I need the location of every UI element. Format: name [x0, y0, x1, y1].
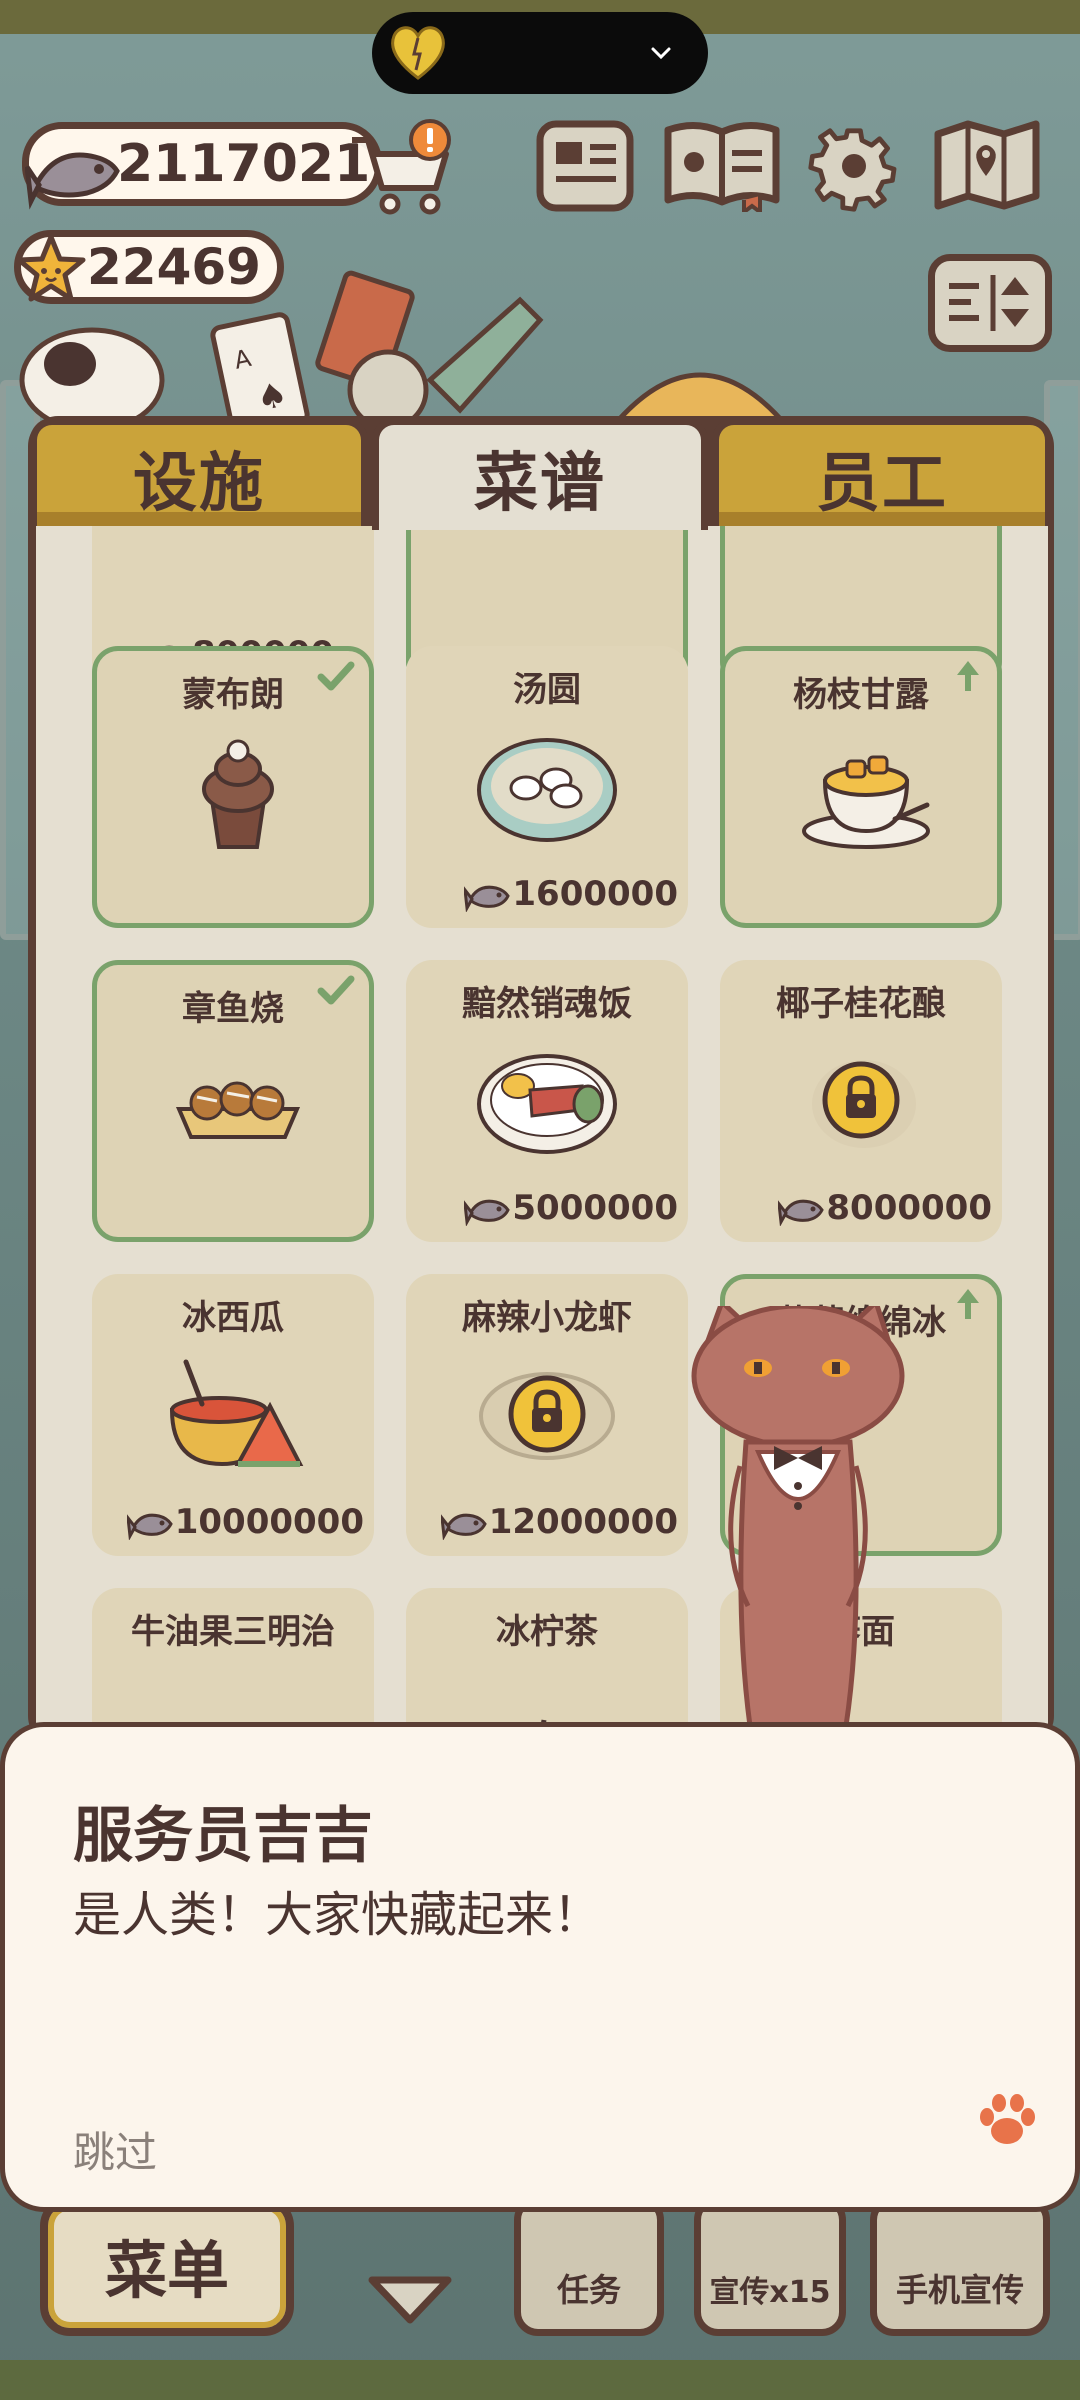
recipe-card-mont-blanc[interactable]: 蒙布朗	[92, 646, 374, 928]
star-currency-counter: 22469	[14, 230, 284, 304]
skip-button[interactable]: 跳过	[73, 2119, 157, 2180]
recipe-price: 5000000	[464, 1188, 678, 1228]
recipe-name: 汤圆	[513, 670, 581, 710]
recipe-name: 麻辣小龙虾	[462, 1298, 632, 1338]
recipe-book-button[interactable]	[660, 116, 784, 212]
sort-toggle-button[interactable]	[928, 254, 1052, 352]
promotion-button[interactable]: 宣传x15	[694, 2196, 846, 2336]
watermelon-icon	[169, 1359, 304, 1467]
char-siu-rice-icon	[477, 1054, 617, 1154]
upgrade-arrow-icon	[957, 661, 979, 691]
scene-bottom-strip	[0, 2360, 1080, 2400]
gear-icon[interactable]	[804, 118, 904, 214]
recipe-card-coconut-osmanthus[interactable]: 椰子桂花酿 8000000	[720, 960, 1002, 1242]
takoyaki-icon	[175, 1081, 301, 1139]
fish-icon	[464, 885, 511, 912]
recipe-name: 冰西瓜	[182, 1298, 284, 1338]
chevron-down-icon[interactable]	[364, 2270, 456, 2330]
recipe-name: 椰子桂花酿	[776, 984, 946, 1024]
mont-blanc-cake-icon	[202, 739, 274, 849]
price-value: 12000000	[488, 1502, 678, 1542]
recipe-card-avocado-sandwich[interactable]: 牛油果三明治	[92, 1588, 374, 1740]
recipe-price: 10000000	[126, 1502, 364, 1542]
fish-icon	[126, 1513, 173, 1540]
recipe-card-iced-watermelon[interactable]: 冰西瓜 10000000	[92, 1274, 374, 1556]
golden-heart-icon	[391, 26, 445, 80]
tab-facilities[interactable]: 设施	[30, 418, 368, 530]
paw-icon[interactable]	[975, 2089, 1037, 2151]
fish-icon	[464, 1199, 511, 1226]
phone-promotion-button[interactable]: 手机宣传	[870, 2196, 1050, 2336]
recipe-price: 1600000	[464, 874, 678, 914]
menu-button[interactable]: 菜单	[40, 2196, 294, 2336]
fish-count: 2117021	[117, 134, 371, 194]
check-icon	[317, 975, 355, 1005]
recipe-card-takoyaki[interactable]: 章鱼烧	[92, 960, 374, 1242]
map-button[interactable]	[932, 116, 1042, 212]
recipe-name: 冰柠茶	[496, 1612, 598, 1652]
tangyuan-bowl-icon	[477, 738, 617, 842]
recipe-card-spicy-crayfish[interactable]: 麻辣小龙虾 12000000	[406, 1274, 688, 1556]
recipe-name: 黯然销魂饭	[462, 984, 632, 1024]
tab-recipes[interactable]: 菜谱	[372, 418, 708, 530]
recipe-card-sorrowful-rice[interactable]: 黯然销魂饭 5000000	[406, 960, 688, 1242]
fish-icon	[25, 152, 120, 210]
waiter-cat-jiji	[691, 1306, 905, 1726]
lock-icon	[479, 1372, 615, 1460]
recipe-name: 牛油果三明治	[131, 1612, 335, 1652]
recipe-price: 8000000	[778, 1188, 992, 1228]
price-value: 8000000	[826, 1188, 992, 1228]
lock-icon	[812, 1060, 916, 1148]
newspaper-button[interactable]	[532, 118, 642, 214]
dialogue-box[interactable]: 服务员吉吉 是人类！大家快藏起来！ 跳过	[0, 1722, 1080, 2212]
dialogue-text: 是人类！大家快藏起来！	[73, 1887, 602, 1943]
star-count: 22469	[87, 238, 261, 296]
chevron-down-icon	[651, 47, 671, 60]
price-value: 10000000	[174, 1502, 364, 1542]
sort-icon	[949, 275, 1029, 331]
recipe-price: 12000000	[440, 1502, 678, 1542]
recipe-card-iced-lemon-tea[interactable]: 冰柠茶	[406, 1588, 688, 1740]
shop-cart-button[interactable]	[346, 118, 456, 218]
tab-staff[interactable]: 员工	[712, 418, 1052, 530]
fish-currency-counter: 2117021	[22, 122, 382, 210]
star-icon	[16, 234, 86, 302]
speaker-name: 服务员吉吉	[73, 1801, 373, 1871]
status-pill[interactable]	[372, 12, 708, 94]
check-icon	[317, 661, 355, 691]
tasks-button[interactable]: 任务	[514, 2196, 664, 2336]
price-value: 5000000	[512, 1188, 678, 1228]
recipe-card-tangyuan[interactable]: 汤圆 1600000	[406, 646, 688, 928]
recipe-card-mango-sago[interactable]: 杨枝甘露	[720, 646, 1002, 928]
upgrade-arrow-icon	[957, 1289, 979, 1319]
mango-dessert-icon	[802, 755, 930, 849]
price-value: 1600000	[512, 874, 678, 914]
fish-icon	[778, 1199, 825, 1226]
fish-icon	[440, 1513, 487, 1540]
